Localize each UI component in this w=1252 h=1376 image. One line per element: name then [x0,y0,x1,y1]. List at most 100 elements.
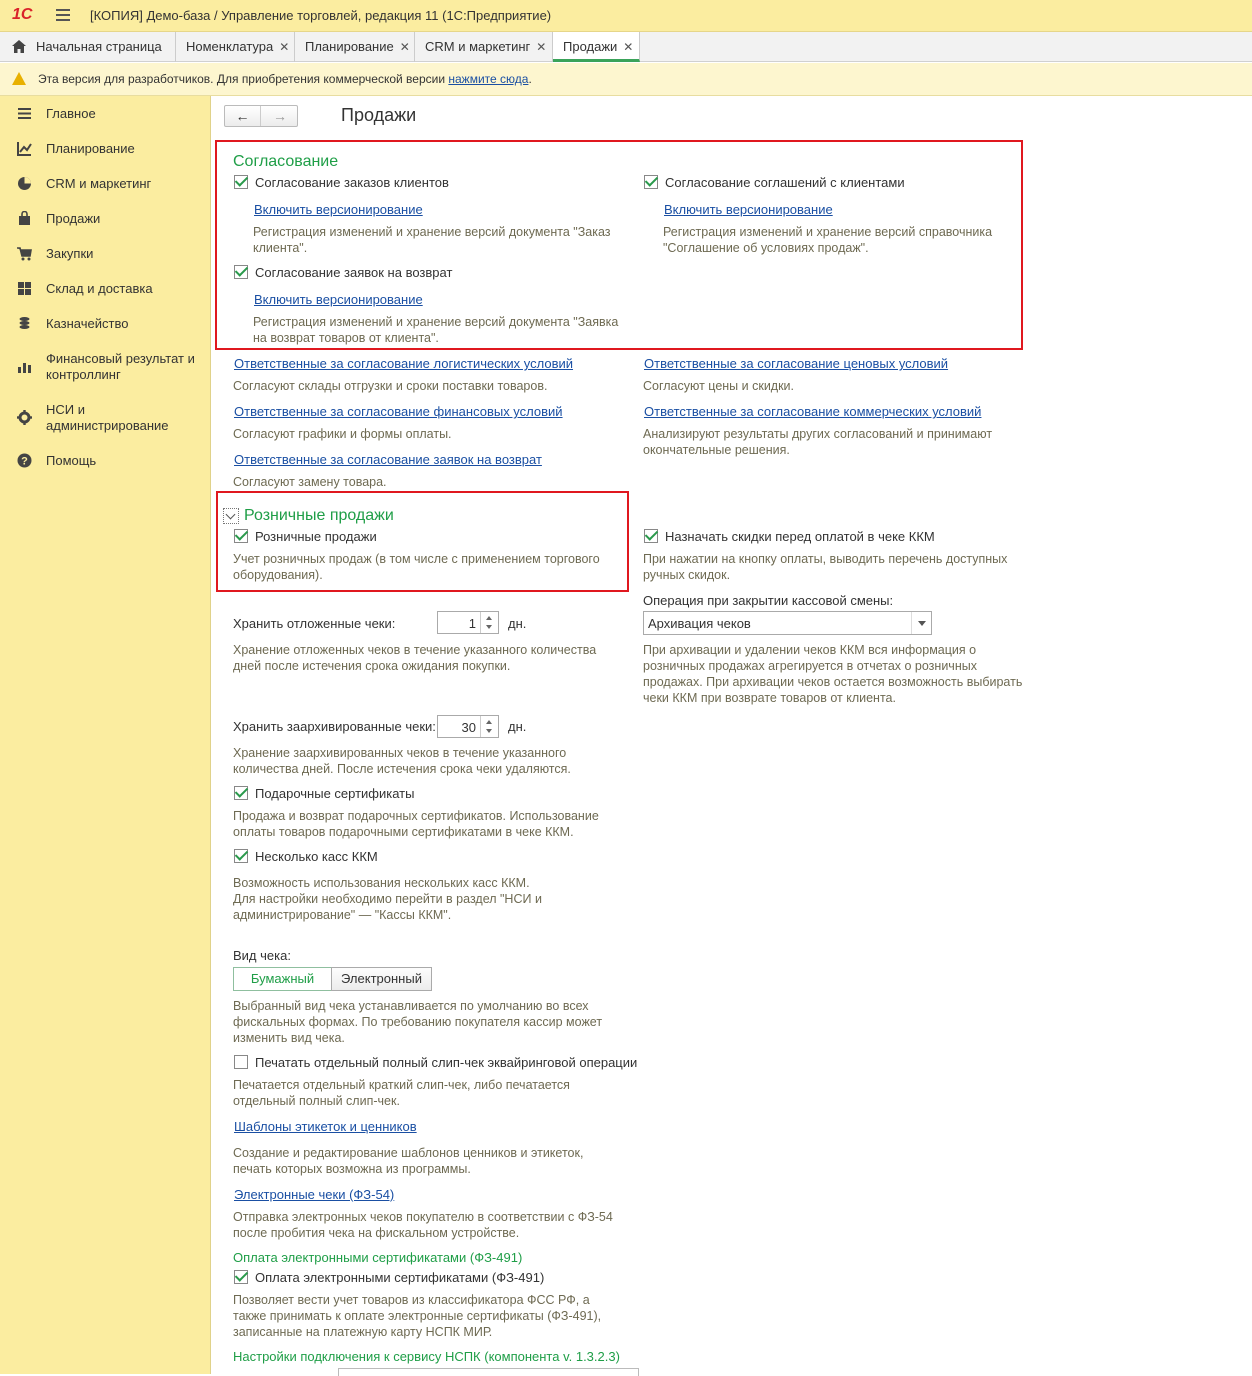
notice-tail: . [528,72,532,86]
warehouse-icon [18,282,31,295]
notice-text: Эта версия для разработчиков. Для приобр… [38,72,449,86]
sidebar-item-label: Склад и доставка [46,281,153,296]
close-icon[interactable]: ✕ [536,40,546,54]
back-button[interactable]: ← [225,106,261,126]
cart-icon [17,247,32,261]
archived-unit: дн. [508,719,527,734]
ecert-checkbox[interactable] [234,1270,248,1284]
ereceipts-link[interactable]: Электронные чеки (ФЗ-54) [234,1187,394,1202]
tab-planning[interactable]: Планирование ✕ [295,32,415,62]
tab-bar: Начальная страница Номенклатура ✕ Планиро… [0,32,1252,62]
multi-kkm-checkbox[interactable] [234,849,248,863]
developer-notice: Эта версия для разработчиков. Для приобр… [0,63,1252,96]
prices-responsible-link[interactable]: Ответственные за согласование ценовых ус… [644,356,948,371]
logistics-desc: Согласуют склады отгрузки и сроки постав… [233,379,548,393]
tab-crm[interactable]: CRM и маркетинг ✕ [415,32,553,62]
chevron-down-icon[interactable] [911,612,931,634]
ereceipts-desc: Отправка электронных чеков покупателю в … [233,1210,613,1240]
templates-link[interactable]: Шаблоны этикеток и ценников [234,1119,417,1134]
svg-text:?: ? [21,456,28,468]
sidebar-item-label: НСИ и [46,402,85,417]
sidebar-item-label: администрирование [46,418,169,433]
spinner-icon[interactable] [480,612,498,633]
commercial-desc: Анализируют результаты других согласован… [643,427,993,457]
archived-desc: Хранение заархивированных чеков в течени… [233,746,571,776]
page-title: Продажи [341,105,417,125]
warning-icon [12,72,26,85]
gift-cert-desc: Продажа и возврат подарочных сертификато… [233,809,599,839]
closing-op-value: Архивация чеков [648,616,751,631]
receipt-type-desc: Выбранный вид чека устанавливается по ум… [233,999,603,1045]
retail-checkbox[interactable] [234,529,248,543]
discounts-label: Назначать скидки перед оплатой в чеке КК… [665,529,935,544]
tab-nomenclature[interactable]: Номенклатура ✕ [176,32,295,62]
agreements-versioning-link[interactable]: Включить версионирование [664,202,833,217]
closing-op-desc: При архивации и удалении чеков ККМ вся и… [643,643,1023,705]
closing-op-select[interactable]: Архивация чеков [643,611,932,635]
finance-responsible-link[interactable]: Ответственные за согласование финансовых… [234,404,563,419]
1c-logo: 1С [12,6,33,23]
nav-buttons: ← → [224,105,298,127]
slip-checkbox[interactable] [234,1055,248,1069]
retail-desc: Учет розничных продаж (в том числе с при… [233,552,600,582]
ecert-label: Оплата электронными сертификатами (ФЗ-49… [255,1270,545,1285]
spinner-icon[interactable] [480,716,498,737]
gift-cert-checkbox[interactable] [234,786,248,800]
nspk-field[interactable] [338,1368,639,1376]
deferred-days-value: 1 [468,616,476,631]
orders-versioning-link[interactable]: Включить версионирование [254,202,423,217]
slip-label: Печатать отдельный полный слип-чек эквай… [255,1055,638,1070]
multi-kkm-label: Несколько касс ККМ [255,849,378,864]
orders-agreement-checkbox[interactable] [234,175,248,189]
tab-label: CRM и маркетинг [425,39,531,54]
sidebar-item-label: Планирование [46,141,135,156]
main-content: ← → Продажи Согласование Согласование за… [212,96,1252,1376]
bag-icon [19,211,30,225]
close-icon[interactable]: ✕ [400,40,410,54]
sidebar: Главное Планирование CRM и маркетинг Про… [0,96,211,1374]
gift-cert-label: Подарочные сертификаты [255,786,415,801]
returns-responsible-link[interactable]: Ответственные за согласование заявок на … [234,452,542,467]
tab-label: Номенклатура [186,39,274,54]
sidebar-item-label: Продажи [46,211,101,226]
window-title: [КОПИЯ] Демо-база / Управление торговлей… [90,8,552,23]
bar-chart-icon [18,363,31,373]
finance-desc: Согласуют графики и формы оплаты. [233,427,452,441]
tab-home[interactable]: Начальная страница [0,32,176,62]
coins-icon [19,317,30,329]
close-icon[interactable]: ✕ [623,40,633,54]
agreements-checkbox[interactable] [644,175,658,189]
gear-icon [17,410,32,425]
archived-days-input[interactable]: 30 [437,715,499,738]
discounts-checkbox[interactable] [644,529,658,543]
close-icon[interactable]: ✕ [279,40,289,54]
buy-link[interactable]: нажмите сюда [448,72,528,86]
multi-kkm-desc: Возможность использования нескольких кас… [233,876,542,922]
returns-versioning-link[interactable]: Включить версионирование [254,292,423,307]
logistics-responsible-link[interactable]: Ответственные за согласование логистичес… [234,356,573,371]
collapse-icon[interactable] [223,508,239,524]
sidebar-item-label: CRM и маркетинг [46,176,152,191]
section-heading-agreement: Согласование [233,153,339,170]
commercial-responsible-link[interactable]: Ответственные за согласование коммерческ… [644,404,981,419]
closing-op-label: Операция при закрытии кассовой смены: [643,593,894,608]
discounts-desc: При нажатии на кнопку оплаты, выводить п… [643,552,1008,582]
receipt-type-electronic[interactable]: Электронный [331,967,432,991]
main-menu-icon[interactable] [56,9,70,21]
pie-chart-icon [18,177,31,190]
tab-label: Продажи [563,39,618,54]
orders-agreement-label: Согласование заказов клиентов [255,175,449,190]
agreements-desc: Регистрация изменений и хранение версий … [663,225,993,255]
ecert-heading: Оплата электронными сертификатами (ФЗ-49… [233,1250,523,1265]
help-icon: ? [17,453,32,468]
agreements-label: Согласование соглашений с клиентами [665,175,905,190]
returns-agreement-checkbox[interactable] [234,265,248,279]
receipt-type-paper[interactable]: Бумажный [233,967,332,991]
sidebar-item-label: контроллинг [46,367,121,382]
sidebar-item-label: Закупки [46,246,94,261]
tab-sales[interactable]: Продажи ✕ [553,32,640,62]
deferred-days-input[interactable]: 1 [437,611,499,634]
forward-button[interactable]: → [262,106,298,126]
receipt-type-label: Вид чека: [233,948,291,963]
planning-icon [17,142,32,156]
